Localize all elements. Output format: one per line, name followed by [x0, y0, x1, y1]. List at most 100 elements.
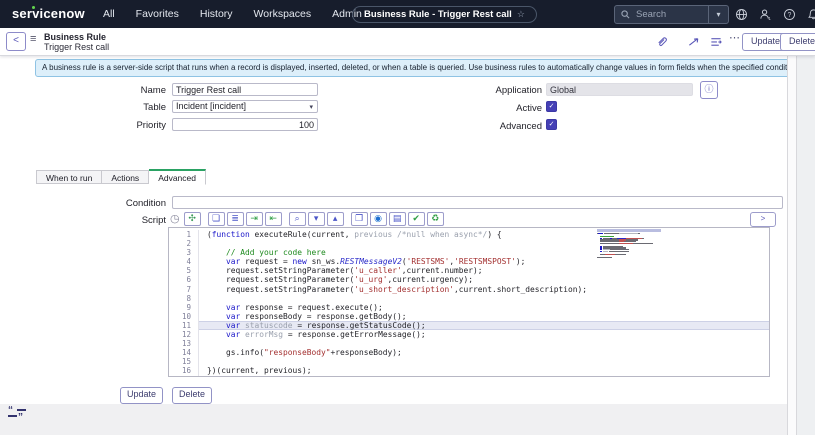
validate-button[interactable]: ✔ — [408, 212, 425, 226]
code-token: var — [226, 321, 240, 330]
code-token: +responseBody); — [331, 348, 402, 357]
update-button-footer[interactable]: Update — [120, 387, 163, 404]
clock-icon[interactable]: ◷ — [170, 213, 180, 226]
search-button[interactable]: ⌕ — [289, 212, 306, 226]
record-header: < ≡ Business Rule Trigger Rest call ⋯ Up… — [0, 28, 815, 56]
servicenow-logo[interactable]: servicenow — [12, 6, 85, 21]
refresh-button[interactable]: ♻ — [427, 212, 444, 226]
code-line-13[interactable] — [199, 339, 769, 348]
activity-stream-icon[interactable] — [709, 35, 723, 48]
application-info-button[interactable]: ⓘ — [700, 81, 718, 99]
search-input[interactable] — [634, 8, 708, 21]
code-token: 'RESTSMS' — [407, 257, 450, 266]
attachment-paperclip-icon[interactable] — [655, 35, 669, 48]
application-field-readonly: Global — [546, 83, 693, 96]
code-line-3[interactable]: // Add your code here — [199, 248, 769, 257]
vertical-scrollbar[interactable] — [787, 55, 797, 435]
delete-button-header[interactable]: Delete — [780, 33, 815, 51]
minimap-viewport[interactable] — [597, 229, 661, 232]
indent-right-button[interactable]: ⇥ — [246, 212, 263, 226]
syntax-check-button[interactable]: ◉ — [370, 212, 387, 226]
line-number: 10 — [169, 312, 191, 321]
delete-button-footer[interactable]: Delete — [172, 387, 212, 404]
line-number: 13 — [169, 339, 191, 348]
save-script-button[interactable]: ▤ — [389, 212, 406, 226]
code-line-14[interactable]: gs.info("responseBody"+responseBody); — [199, 348, 769, 357]
context-pill-business-rule[interactable]: Business Rule - Trigger Rest call ☆ — [352, 6, 537, 23]
line-number-gutter: 12345678910111213141516 — [169, 230, 199, 376]
code-line-12[interactable]: var errorMsg = response.getErrorMessage(… — [199, 330, 769, 339]
active-checkbox[interactable]: ✓ — [546, 101, 557, 112]
indent-left-button[interactable]: ⇤ — [265, 212, 282, 226]
code-token — [207, 303, 226, 312]
top-nav: servicenow All Favorites History Workspaces… — [0, 0, 815, 28]
code-area[interactable]: (function executeRule(current, previous … — [199, 230, 769, 376]
search-scope-dropdown[interactable]: ▾ — [708, 6, 728, 23]
code-line-5[interactable]: request.setStringParameter('u_caller',cu… — [199, 266, 769, 275]
favorite-star-icon[interactable]: ☆ — [517, 9, 525, 20]
notifications-bell-icon[interactable] — [806, 7, 815, 22]
global-search: ▾ — [614, 5, 729, 24]
fullscreen-button[interactable]: ❐ — [351, 212, 368, 226]
code-token: "responseBody" — [264, 348, 331, 357]
chevron-right-icon: > — [761, 214, 766, 223]
code-token: request.setStringParameter( — [207, 266, 354, 275]
code-line-15[interactable] — [199, 357, 769, 366]
advanced-checkbox[interactable]: ✓ — [546, 119, 557, 130]
expand-script-button[interactable]: > — [750, 212, 776, 227]
nav-item-history[interactable]: History — [200, 8, 233, 20]
sandbox-globe-icon[interactable] — [734, 7, 749, 22]
condition-input[interactable] — [172, 196, 783, 209]
name-input[interactable] — [172, 83, 318, 96]
code-token: new — [293, 257, 307, 266]
code-token — [207, 321, 226, 330]
nav-item-all[interactable]: All — [103, 8, 115, 20]
code-line-6[interactable]: request.setStringParameter('u_urg',curre… — [199, 275, 769, 284]
code-line-16[interactable]: })(current, previous); — [199, 366, 769, 375]
code-token: ,current.urgency); — [388, 275, 474, 284]
code-minimap[interactable] — [597, 229, 661, 259]
logo-green-dot-icon — [32, 6, 35, 9]
line-number: 15 — [169, 357, 191, 366]
script-label: Script — [40, 215, 166, 226]
line-number: 7 — [169, 285, 191, 294]
code-line-9[interactable]: var response = request.execute(); — [199, 303, 769, 312]
code-token: gs.info( — [207, 348, 264, 357]
uncomment-code-button[interactable]: ≣ — [227, 212, 244, 226]
tab-when-to-run[interactable]: When to run — [36, 170, 102, 184]
code-token: ,current.number); — [402, 266, 483, 275]
nav-item-favorites[interactable]: Favorites — [136, 8, 179, 20]
priority-input[interactable] — [172, 118, 318, 131]
nav-item-workspaces[interactable]: Workspaces — [254, 8, 312, 20]
nav-utility-icons: 1 ? — [734, 0, 815, 28]
caret-down-icon: ▾ — [716, 10, 720, 19]
tab-actions[interactable]: Actions — [102, 170, 149, 184]
svg-text:1: 1 — [768, 16, 771, 21]
nav-menu: AllFavoritesHistoryWorkspacesAdmin — [103, 0, 362, 28]
code-line-8[interactable] — [199, 294, 769, 303]
script-code-editor[interactable]: 12345678910111213141516 (function execut… — [168, 227, 770, 377]
tab-advanced[interactable]: Advanced — [149, 169, 206, 185]
code-token: statuscode — [245, 321, 293, 330]
code-token: executeRule(current, — [250, 230, 355, 239]
more-options-icon[interactable]: ⋯ — [729, 31, 740, 44]
code-line-4[interactable]: var request = new sn_ws.RESTMessageV2('R… — [199, 257, 769, 266]
format-code-button[interactable]: ✣ — [184, 212, 201, 226]
comment-code-button[interactable]: ❏ — [208, 212, 225, 226]
code-line-10[interactable]: var responseBody = response.getBody(); — [199, 312, 769, 321]
code-line-1[interactable]: (function executeRule(current, previous … — [199, 230, 769, 239]
code-token: = response.getErrorMessage(); — [283, 330, 426, 339]
table-select[interactable]: Incident [incident] ▾ — [172, 100, 318, 113]
help-icon[interactable]: ? — [782, 7, 797, 22]
code-line-7[interactable]: request.setStringParameter('u_short_desc… — [199, 285, 769, 294]
back-button[interactable]: < — [6, 32, 26, 51]
response-time-icon[interactable]: “ ” — [8, 407, 28, 421]
find-previous-button[interactable]: ▴ — [327, 212, 344, 226]
code-line-11[interactable]: var statuscode = response.getStatusCode(… — [199, 321, 769, 330]
impersonate-user-icon[interactable]: 1 — [758, 7, 773, 22]
form-context-menu-icon[interactable]: ≡ — [30, 33, 36, 45]
follow-arrow-icon[interactable] — [687, 35, 701, 48]
footer-area — [0, 404, 787, 435]
code-line-2[interactable] — [199, 239, 769, 248]
find-next-button[interactable]: ▾ — [308, 212, 325, 226]
